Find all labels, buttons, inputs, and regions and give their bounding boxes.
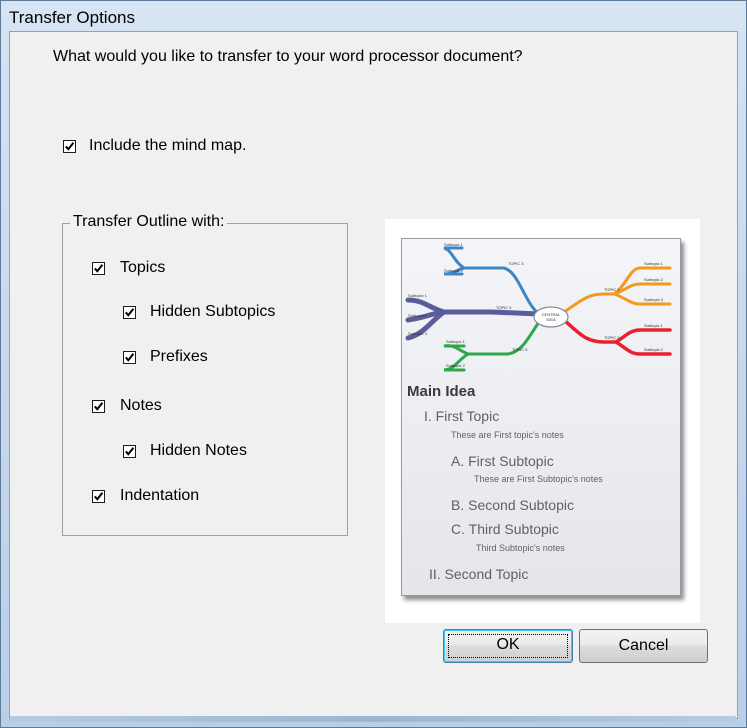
checkmark-icon xyxy=(125,447,135,456)
preview-second-topic: II. Second Topic xyxy=(429,566,529,582)
svg-text:TOPIC 1: TOPIC 1 xyxy=(604,287,620,292)
svg-text:Subtopic 1: Subtopic 1 xyxy=(444,242,464,247)
prefixes-checkbox[interactable] xyxy=(123,351,136,364)
mind-map-preview-image: CENTRAL IDEA TOPIC 1 TOPIC 2 TOPIC 3 TOP… xyxy=(405,242,672,372)
preview-main-idea: Main Idea xyxy=(407,383,476,400)
svg-text:TOPIC 2: TOPIC 2 xyxy=(604,335,620,340)
prefixes-label[interactable]: Prefixes xyxy=(150,348,208,366)
checkmark-icon xyxy=(94,264,104,273)
topics-checkbox[interactable] xyxy=(92,262,105,275)
preview-first-subtopic: A. First Subtopic xyxy=(451,453,554,469)
svg-text:TOPIC 4: TOPIC 4 xyxy=(496,305,512,310)
svg-text:Subtopic 1: Subtopic 1 xyxy=(446,339,466,344)
notes-checkbox[interactable] xyxy=(92,400,105,413)
checkmark-icon xyxy=(94,492,104,501)
indentation-checkbox[interactable] xyxy=(92,490,105,503)
indentation-label[interactable]: Indentation xyxy=(120,487,199,505)
svg-text:TOPIC 3: TOPIC 3 xyxy=(508,261,524,266)
ok-button[interactable]: OK xyxy=(443,629,573,663)
checkmark-icon xyxy=(125,308,135,317)
svg-text:Subtopic 3: Subtopic 3 xyxy=(644,297,664,302)
svg-text:TOPIC 5: TOPIC 5 xyxy=(512,347,528,352)
preview-third-subtopic: C. Third Subtopic xyxy=(451,521,559,537)
svg-text:Subtopic 1: Subtopic 1 xyxy=(644,323,664,328)
transfer-outline-legend: Transfer Outline with: xyxy=(70,213,228,231)
window-bottom-border xyxy=(10,716,736,722)
checkmark-icon xyxy=(94,402,104,411)
hidden-subtopics-checkbox[interactable] xyxy=(123,306,136,319)
cancel-button-label: Cancel xyxy=(618,637,669,654)
preview-first-subtopic-note: These are First Subtopic's notes xyxy=(474,474,603,484)
notes-label[interactable]: Notes xyxy=(120,397,162,415)
checkmark-icon xyxy=(125,353,135,362)
title-bar[interactable]: Transfer Options xyxy=(1,1,746,32)
ok-button-label: OK xyxy=(496,636,520,653)
preview-first-topic-note: These are First topic's notes xyxy=(451,430,564,440)
include-mind-map-label[interactable]: Include the mind map. xyxy=(89,137,246,155)
transfer-question-text: What would you like to transfer to your … xyxy=(53,48,523,65)
hidden-notes-checkbox[interactable] xyxy=(123,445,136,458)
hidden-subtopics-label[interactable]: Hidden Subtopics xyxy=(150,303,275,321)
svg-text:Subtopic 2: Subtopic 2 xyxy=(408,313,428,318)
topics-label[interactable]: Topics xyxy=(120,259,165,277)
svg-text:Subtopic 2: Subtopic 2 xyxy=(444,268,464,273)
svg-text:Subtopic 1: Subtopic 1 xyxy=(644,261,664,266)
include-mind-map-checkbox[interactable] xyxy=(63,140,76,153)
hidden-notes-label[interactable]: Hidden Notes xyxy=(150,442,247,460)
svg-text:Subtopic 2: Subtopic 2 xyxy=(644,347,664,352)
svg-text:IDEA: IDEA xyxy=(546,317,556,322)
checkmark-icon xyxy=(65,142,75,151)
preview-third-subtopic-note: Third Subtopic's notes xyxy=(476,543,565,553)
svg-text:Subtopic 2: Subtopic 2 xyxy=(644,277,664,282)
cancel-button[interactable]: Cancel xyxy=(579,629,708,663)
window-title: Transfer Options xyxy=(9,8,135,27)
svg-text:Subtopic 1: Subtopic 1 xyxy=(408,293,428,298)
preview-second-subtopic: B. Second Subtopic xyxy=(451,497,574,513)
svg-text:Subtopic 3: Subtopic 3 xyxy=(408,331,428,336)
svg-text:Subtopic 2: Subtopic 2 xyxy=(446,363,466,368)
preview-first-topic: I. First Topic xyxy=(424,408,500,424)
